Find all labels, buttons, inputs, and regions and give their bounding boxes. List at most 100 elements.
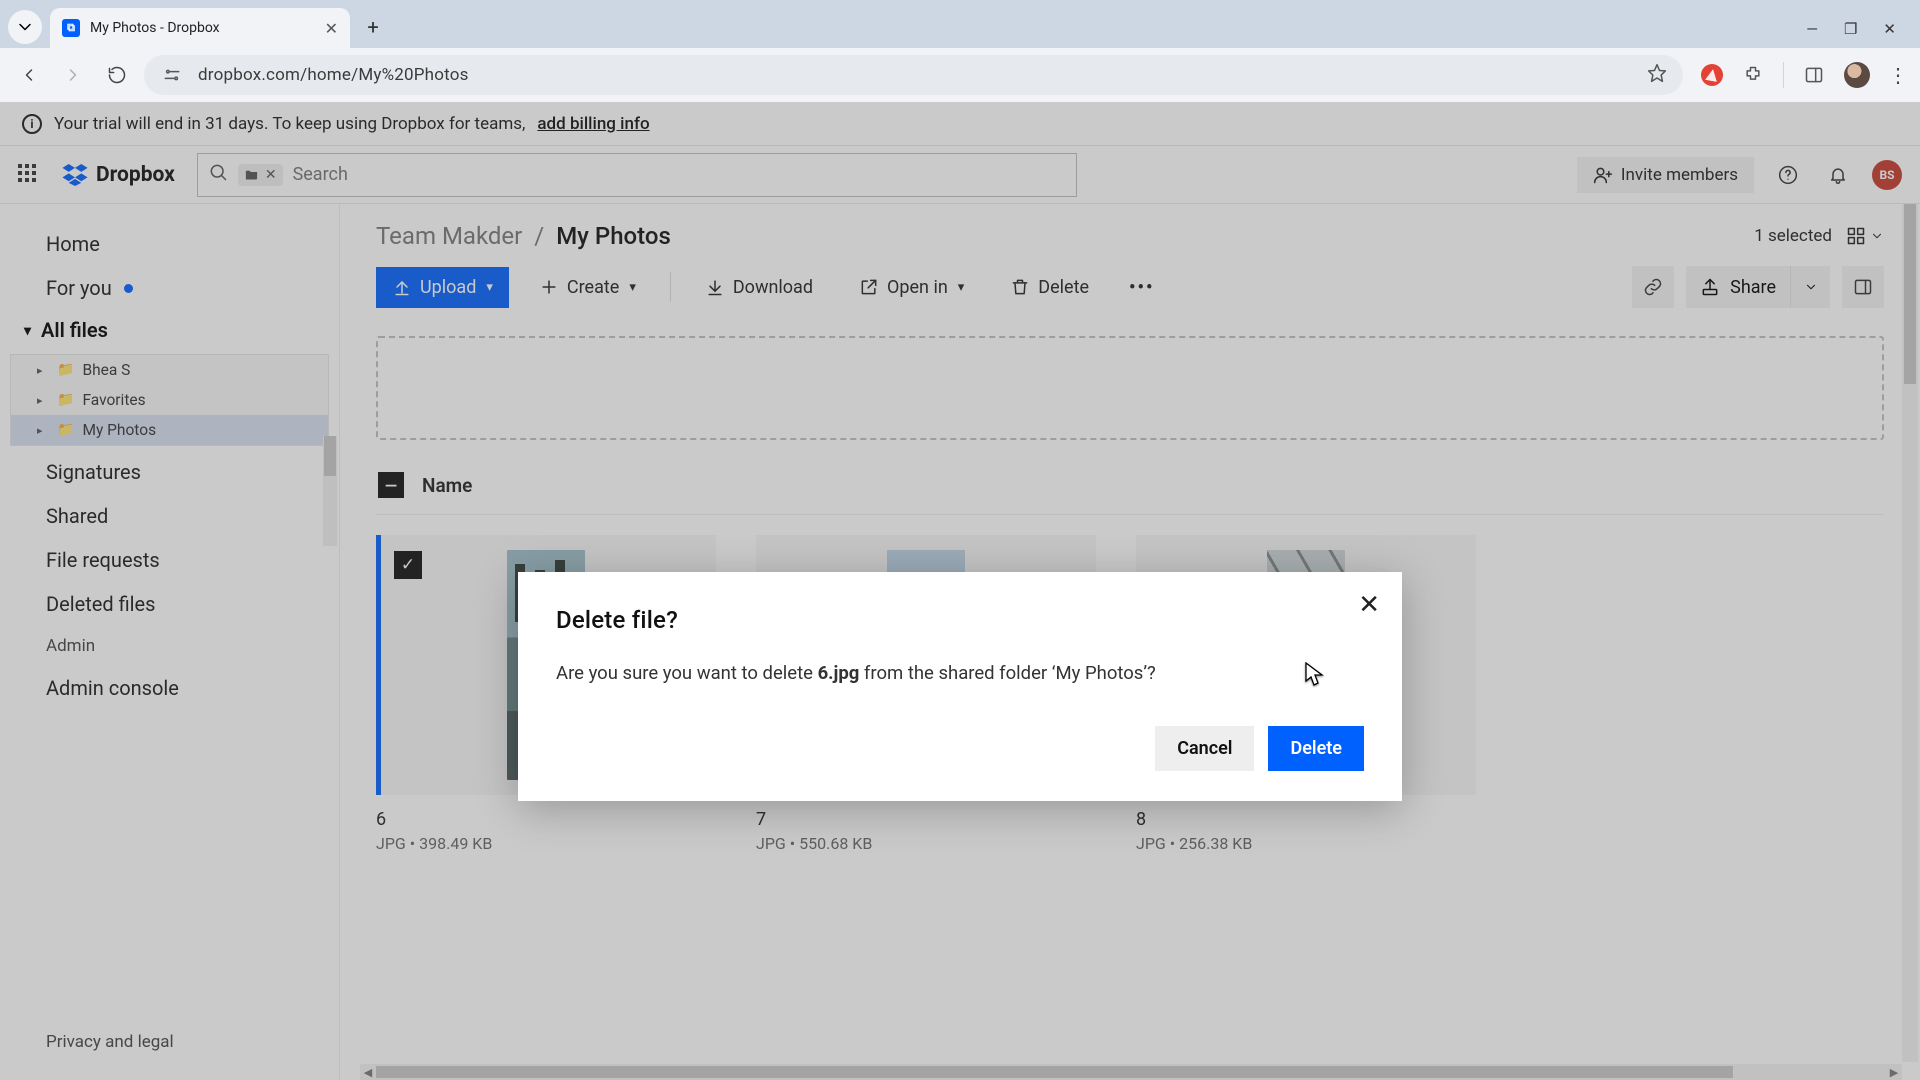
- delete-label: Delete: [1038, 277, 1089, 298]
- view-toggle[interactable]: [1846, 226, 1884, 246]
- share-button[interactable]: Share: [1686, 266, 1790, 308]
- close-window-icon[interactable]: ✕: [1883, 20, 1896, 38]
- file-name: 7: [756, 809, 1096, 830]
- tree-item[interactable]: ▸📁Favorites: [11, 385, 328, 415]
- account-avatar[interactable]: BS: [1872, 160, 1902, 190]
- browser-tab[interactable]: ⧉ My Photos - Dropbox ✕: [50, 8, 350, 48]
- extension-ublock-icon[interactable]: [1701, 64, 1723, 86]
- scroll-left-icon[interactable]: ◀: [360, 1064, 376, 1080]
- search-input[interactable]: [293, 164, 1066, 185]
- help-icon[interactable]: [1772, 159, 1804, 191]
- tab-search-button[interactable]: [8, 10, 42, 44]
- tab-title: My Photos - Dropbox: [90, 20, 315, 36]
- sidebar-home[interactable]: Home: [0, 222, 339, 266]
- horizontal-scrollbar[interactable]: ◀ ▶: [360, 1064, 1902, 1080]
- app-header: Dropbox ✕ Invite members: [0, 146, 1920, 204]
- close-dialog-icon[interactable]: ✕: [1358, 590, 1380, 620]
- select-all-checkbox[interactable]: —: [378, 472, 404, 498]
- notifications-icon[interactable]: [1822, 159, 1854, 191]
- profile-avatar[interactable]: [1844, 62, 1870, 88]
- brand-text: Dropbox: [96, 163, 175, 187]
- folder-tree: ▸📁Bhea S ▸📁Favorites ▸📁My Photos: [10, 354, 329, 446]
- cancel-button[interactable]: Cancel: [1155, 726, 1254, 771]
- tree-item-label: Favorites: [82, 391, 145, 409]
- info-icon: i: [22, 114, 42, 134]
- minimize-icon[interactable]: ―: [1806, 20, 1818, 38]
- details-panel-button[interactable]: [1842, 266, 1884, 308]
- delete-button[interactable]: Delete: [994, 267, 1105, 308]
- file-meta: JPG • 550.68 KB: [756, 834, 1096, 853]
- create-button[interactable]: Create ▾: [523, 267, 652, 308]
- folder-icon: 📁: [57, 392, 74, 408]
- scroll-right-icon[interactable]: ▶: [1886, 1064, 1902, 1080]
- list-header: — Name: [376, 466, 1884, 515]
- maximize-icon[interactable]: ❐: [1844, 20, 1857, 38]
- checkbox-checked-icon[interactable]: ✓: [394, 551, 422, 579]
- sidebar: Home For you ▾ All files ▸📁Bhea S ▸📁Favo…: [0, 204, 340, 1080]
- toolbar-separator: [1783, 62, 1784, 88]
- confirm-delete-button[interactable]: Delete: [1268, 726, 1364, 771]
- sidebar-signatures[interactable]: Signatures: [0, 450, 339, 494]
- breadcrumb-separator: /: [534, 222, 544, 250]
- dialog-title: Delete file?: [556, 606, 1364, 634]
- create-label: Create: [567, 277, 619, 298]
- tree-scrollbar[interactable]: [323, 436, 337, 546]
- breadcrumb-current: My Photos: [556, 222, 671, 250]
- clear-scope-icon[interactable]: ✕: [265, 167, 277, 183]
- copy-link-button[interactable]: [1632, 266, 1674, 308]
- sidebar-admin-heading: Admin: [0, 626, 339, 666]
- download-button[interactable]: Download: [689, 267, 829, 308]
- column-name[interactable]: Name: [422, 474, 472, 497]
- dropzone[interactable]: [376, 336, 1884, 440]
- app-launcher-icon[interactable]: [18, 164, 40, 186]
- chevron-down-icon: ▾: [486, 280, 493, 295]
- sidebar-all-files[interactable]: ▾ All files: [0, 310, 339, 350]
- address-bar[interactable]: dropbox.com/home/My%20Photos: [144, 55, 1683, 95]
- open-in-label: Open in: [887, 277, 948, 298]
- tree-item-selected[interactable]: ▸📁My Photos: [11, 415, 328, 445]
- sidebar-for-you[interactable]: For you: [0, 266, 339, 310]
- chevron-down-icon: ▾: [958, 280, 965, 295]
- extensions-icon[interactable]: [1741, 63, 1765, 87]
- sidebar-file-requests[interactable]: File requests: [0, 538, 339, 582]
- more-actions-button[interactable]: •••: [1119, 267, 1164, 308]
- back-button[interactable]: [12, 58, 46, 92]
- tree-item-label: Bhea S: [82, 361, 130, 379]
- reload-button[interactable]: [100, 58, 134, 92]
- forward-button[interactable]: [56, 58, 90, 92]
- invite-members-button[interactable]: Invite members: [1577, 157, 1754, 193]
- window-controls: ― ❐ ✕: [1806, 20, 1912, 48]
- action-bar: Upload ▾ Create ▾ Download: [376, 266, 1884, 308]
- separator: [670, 272, 671, 302]
- file-name: 6: [376, 809, 716, 830]
- chrome-menu-icon[interactable]: ⋮: [1888, 63, 1908, 87]
- open-in-button[interactable]: Open in ▾: [843, 267, 980, 308]
- share-dropdown[interactable]: [1790, 266, 1830, 308]
- search-scope-chip[interactable]: ✕: [238, 164, 283, 186]
- dropbox-logo[interactable]: Dropbox: [62, 163, 175, 187]
- file-name: 8: [1136, 809, 1476, 830]
- dialog-msg-pre: Are you sure you want to delete: [556, 662, 818, 684]
- add-billing-link[interactable]: add billing info: [537, 114, 649, 134]
- breadcrumb-root[interactable]: Team Makder: [376, 222, 522, 250]
- url-text: dropbox.com/home/My%20Photos: [198, 65, 469, 85]
- main-scrollbar[interactable]: [1902, 204, 1918, 1062]
- dropbox-favicon: ⧉: [62, 19, 80, 37]
- browser-tabstrip: ⧉ My Photos - Dropbox ✕ + ― ❐ ✕: [0, 0, 1920, 48]
- upload-label: Upload: [420, 277, 476, 298]
- close-tab-icon[interactable]: ✕: [325, 19, 338, 38]
- breadcrumb: Team Makder / My Photos 1 selected: [376, 222, 1884, 250]
- bookmark-star-icon[interactable]: [1647, 63, 1667, 87]
- trial-banner: i Your trial will end in 31 days. To kee…: [0, 102, 1920, 146]
- sidebar-admin-console[interactable]: Admin console: [0, 666, 339, 710]
- sidebar-shared[interactable]: Shared: [0, 494, 339, 538]
- tree-item[interactable]: ▸📁Bhea S: [11, 355, 328, 385]
- new-tab-button[interactable]: +: [358, 12, 388, 42]
- file-meta: JPG • 398.49 KB: [376, 834, 716, 853]
- upload-button[interactable]: Upload ▾: [376, 267, 509, 308]
- site-settings-icon[interactable]: [160, 63, 184, 87]
- sidepanel-icon[interactable]: [1802, 63, 1826, 87]
- sidebar-deleted-files[interactable]: Deleted files: [0, 582, 339, 626]
- sidebar-privacy-legal[interactable]: Privacy and legal: [0, 1022, 339, 1062]
- search-bar[interactable]: ✕: [197, 153, 1077, 197]
